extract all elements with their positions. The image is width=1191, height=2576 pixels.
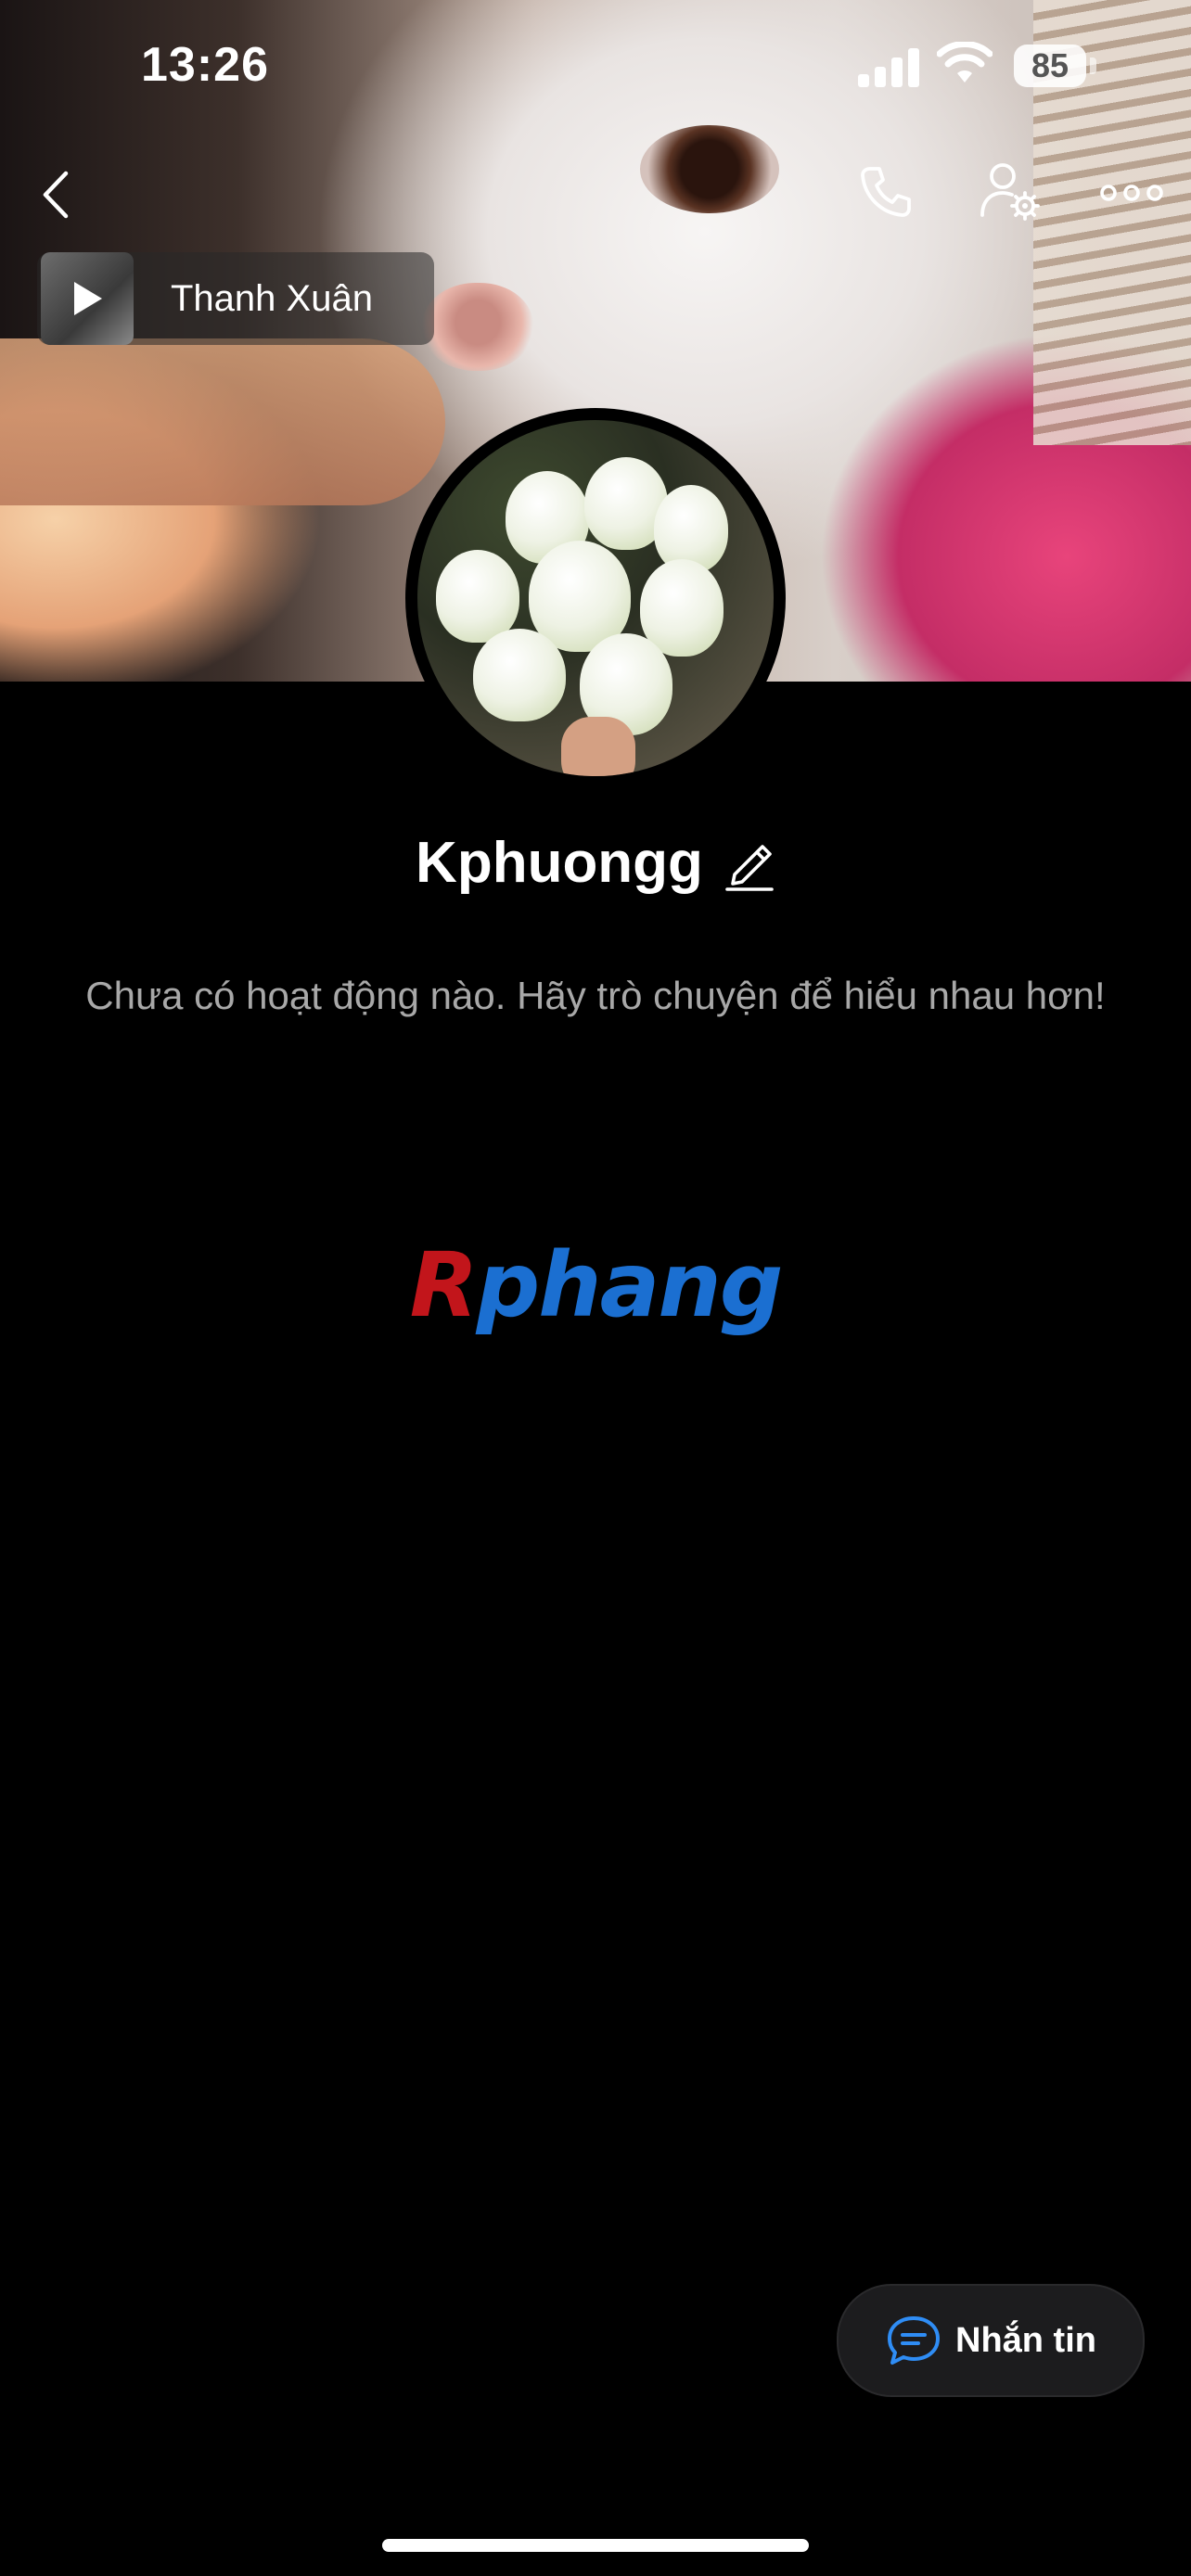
- battery-indicator: 85: [1014, 45, 1086, 87]
- cellular-signal-icon: [858, 45, 923, 87]
- chevron-left-icon: [43, 171, 69, 219]
- send-message-label: Nhắn tin: [955, 2320, 1096, 2360]
- profile-name-row: Kphuongg: [0, 830, 1191, 896]
- profile-name: Kphuongg: [416, 831, 703, 895]
- more-icon: [1100, 185, 1163, 201]
- wifi-icon: [937, 42, 992, 83]
- battery-tip: [1090, 57, 1096, 74]
- phone-icon: [861, 167, 911, 217]
- pencil-icon[interactable]: [724, 835, 775, 891]
- status-time: 13:26: [141, 38, 269, 92]
- more-button[interactable]: [1095, 165, 1169, 221]
- watermark-rest: phang: [476, 1233, 784, 1337]
- user-gear-icon: [980, 163, 1040, 221]
- send-message-button[interactable]: Nhắn tin: [837, 2284, 1145, 2397]
- profile-settings-button[interactable]: [974, 159, 1048, 224]
- play-icon: [74, 282, 102, 315]
- cover-hand: [0, 338, 445, 505]
- watermark-logo: Rphang: [0, 1233, 1191, 1337]
- cover-dog-nose: [422, 283, 533, 371]
- hand-holding: [561, 717, 635, 776]
- status-bar: 13:26 85: [0, 0, 1191, 139]
- music-thumbnail: [41, 252, 134, 345]
- watermark-first-letter: R: [409, 1233, 479, 1337]
- avatar[interactable]: [417, 420, 774, 776]
- back-button[interactable]: [28, 167, 83, 223]
- music-title: Thanh Xuân: [171, 277, 373, 319]
- lotus-bud: [436, 550, 519, 643]
- home-indicator[interactable]: [382, 2539, 809, 2552]
- lotus-bud: [473, 629, 566, 721]
- profile-music[interactable]: Thanh Xuân: [37, 252, 434, 345]
- call-button[interactable]: [849, 159, 923, 224]
- chat-bubble-icon: [888, 2316, 940, 2365]
- empty-activity-message: Chưa có hoạt động nào. Hãy trò chuyện để…: [85, 974, 1106, 1017]
